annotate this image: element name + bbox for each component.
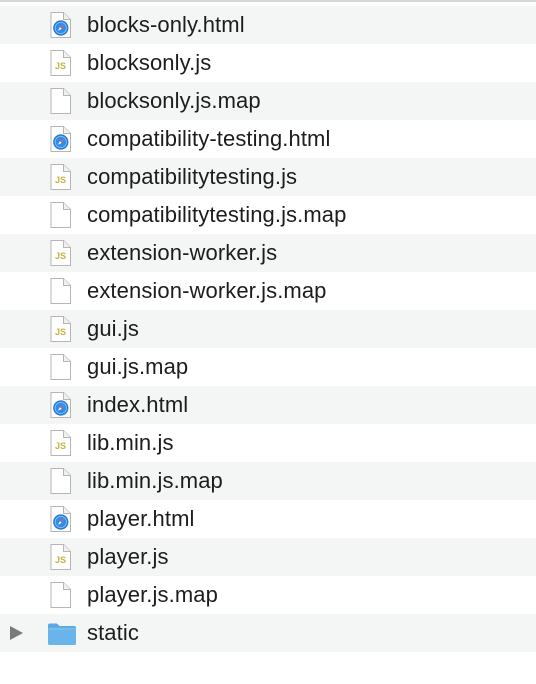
folder-name: static xyxy=(87,620,139,645)
file-row[interactable]: lib.min.js.map xyxy=(0,462,536,500)
folder-icon xyxy=(47,619,76,647)
file-name: compatibilitytesting.js xyxy=(87,164,298,189)
blank-document-icon xyxy=(47,87,75,115)
svg-text:JS: JS xyxy=(55,555,66,565)
file-name: gui.js.map xyxy=(87,354,189,379)
file-name: index.html xyxy=(87,392,189,417)
file-row[interactable]: player.html xyxy=(0,500,536,538)
safari-html-document-icon xyxy=(47,11,75,39)
blank-document-icon xyxy=(47,201,75,229)
svg-text:JS: JS xyxy=(55,61,66,71)
svg-text:JS: JS xyxy=(55,327,66,337)
file-row[interactable]: JS blocksonly.js xyxy=(0,44,536,82)
file-row[interactable]: JS compatibilitytesting.js xyxy=(0,158,536,196)
safari-html-document-icon xyxy=(47,391,75,419)
file-name: gui.js xyxy=(87,316,139,341)
svg-text:JS: JS xyxy=(55,441,66,451)
top-divider xyxy=(0,0,536,2)
javascript-document-icon: JS xyxy=(47,543,75,571)
svg-text:JS: JS xyxy=(55,175,66,185)
file-row[interactable]: JS gui.js xyxy=(0,310,536,348)
safari-html-document-icon xyxy=(47,505,75,533)
file-row[interactable]: gui.js.map xyxy=(0,348,536,386)
blank-document-icon xyxy=(47,277,75,305)
svg-text:JS: JS xyxy=(55,251,66,261)
file-name: compatibility-testing.html xyxy=(87,126,331,151)
blank-document-icon xyxy=(47,353,75,381)
file-name: compatibilitytesting.js.map xyxy=(87,202,347,227)
file-name: extension-worker.js.map xyxy=(87,278,327,303)
javascript-document-icon: JS xyxy=(47,239,75,267)
file-name: blocksonly.js.map xyxy=(87,88,261,113)
javascript-document-icon: JS xyxy=(47,163,75,191)
file-list: blocks-only.html JS blocksonly.js blocks… xyxy=(0,6,536,652)
file-name: lib.min.js xyxy=(87,430,174,455)
file-name: player.html xyxy=(87,506,195,531)
file-name: extension-worker.js xyxy=(87,240,278,265)
file-name: player.js xyxy=(87,544,169,569)
file-row[interactable]: compatibilitytesting.js.map xyxy=(0,196,536,234)
file-row[interactable]: index.html xyxy=(0,386,536,424)
blank-document-icon xyxy=(47,581,75,609)
file-row[interactable]: player.js.map xyxy=(0,576,536,614)
javascript-document-icon: JS xyxy=(47,49,75,77)
file-row[interactable]: JS player.js xyxy=(0,538,536,576)
file-row[interactable]: blocksonly.js.map xyxy=(0,82,536,120)
file-name: blocks-only.html xyxy=(87,12,245,37)
disclosure-triangle-icon[interactable] xyxy=(10,626,23,640)
file-row[interactable]: extension-worker.js.map xyxy=(0,272,536,310)
file-row[interactable]: JS extension-worker.js xyxy=(0,234,536,272)
javascript-document-icon: JS xyxy=(47,315,75,343)
file-name: blocksonly.js xyxy=(87,50,212,75)
file-name: player.js.map xyxy=(87,582,218,607)
blank-document-icon xyxy=(47,467,75,495)
file-name: lib.min.js.map xyxy=(87,468,223,493)
safari-html-document-icon xyxy=(47,125,75,153)
file-row[interactable]: blocks-only.html xyxy=(0,6,536,44)
javascript-document-icon: JS xyxy=(47,429,75,457)
file-row[interactable]: compatibility-testing.html xyxy=(0,120,536,158)
file-row[interactable]: JS lib.min.js xyxy=(0,424,536,462)
folder-row-static[interactable]: static xyxy=(0,614,536,652)
